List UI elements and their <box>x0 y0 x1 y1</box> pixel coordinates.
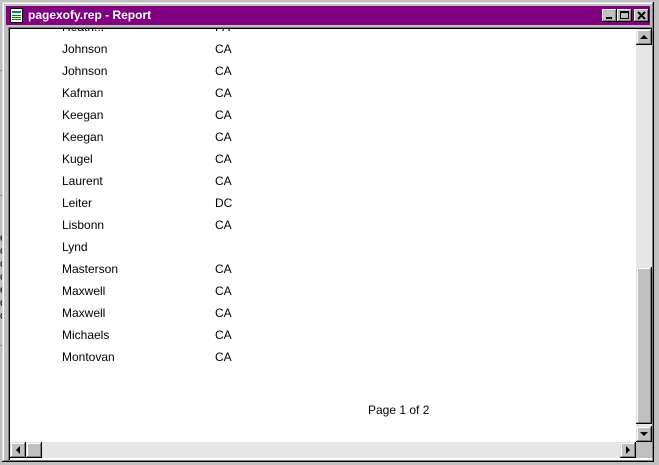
row-state: CA <box>215 306 232 320</box>
row-state: CA <box>215 218 232 232</box>
window-title: pagexofy.rep - Report <box>28 8 152 22</box>
arrow-left-icon <box>16 446 20 454</box>
row-state: CA <box>215 86 232 100</box>
row-name: Kugel <box>62 152 93 166</box>
row-name: Kafman <box>62 86 104 100</box>
row-name: Michaels <box>62 328 110 342</box>
arrow-right-icon <box>626 446 630 454</box>
row-name: Maxwell <box>62 284 106 298</box>
row-state: DC <box>215 196 233 210</box>
row-name: Keegan <box>62 108 104 122</box>
row-name: Masterson <box>62 262 119 276</box>
close-button[interactable] <box>634 9 649 22</box>
row-name: Maxwell <box>62 306 106 320</box>
row-name: Heath... <box>62 29 104 34</box>
row-state: CA <box>215 328 232 342</box>
maximize-button[interactable] <box>617 9 632 22</box>
horizontal-scrollbar[interactable] <box>10 442 636 458</box>
row-name: Leiter <box>62 196 93 210</box>
title-bar[interactable]: pagexofy.rep - Report <box>6 6 650 25</box>
row-state: CA <box>215 130 232 144</box>
report-page: Heath... PA Johnson CA Johnson CA Kafman CA Keeg… <box>10 29 634 442</box>
report-viewport: Heath... PA Johnson CA Johnson CA Kafman CA Keeg… <box>8 27 652 460</box>
row-state: CA <box>215 108 232 122</box>
row-state: CA <box>215 350 232 364</box>
maximize-icon <box>620 11 629 19</box>
scroll-left-button[interactable] <box>10 442 26 458</box>
horizontal-scroll-thumb[interactable] <box>26 442 42 458</box>
row-state: CA <box>215 42 232 56</box>
row-state: CA <box>215 152 232 166</box>
row-name: Lisbonn <box>62 218 105 232</box>
row-state: CA <box>215 284 232 298</box>
scrollbar-corner <box>636 442 652 458</box>
row-name: Keegan <box>62 130 104 144</box>
scroll-down-button[interactable] <box>636 426 652 442</box>
row-name: Johnson <box>62 64 108 78</box>
row-name: Montovan <box>62 350 115 364</box>
minimize-icon <box>606 17 612 19</box>
report-document-icon[interactable] <box>10 8 23 23</box>
row-name: Johnson <box>62 42 108 56</box>
row-state: CA <box>215 262 232 276</box>
arrow-down-icon <box>640 432 648 436</box>
scroll-up-button[interactable] <box>636 29 652 45</box>
row-name: Laurent <box>62 174 103 188</box>
report-window: pagexofy.rep - Report Heath... PA Johnson C… <box>2 2 654 462</box>
arrow-up-icon <box>640 35 648 39</box>
scroll-right-button[interactable] <box>620 442 636 458</box>
row-name: Lynd <box>62 240 88 254</box>
close-icon <box>637 11 646 20</box>
page-number-label: Page 1 of 2 <box>368 403 430 417</box>
vertical-scrollbar[interactable] <box>636 29 652 442</box>
row-state: CA <box>215 64 232 78</box>
minimize-button[interactable] <box>602 9 617 22</box>
row-state: CA <box>215 174 232 188</box>
vertical-scroll-thumb[interactable] <box>636 267 652 424</box>
row-state: PA <box>215 29 230 34</box>
